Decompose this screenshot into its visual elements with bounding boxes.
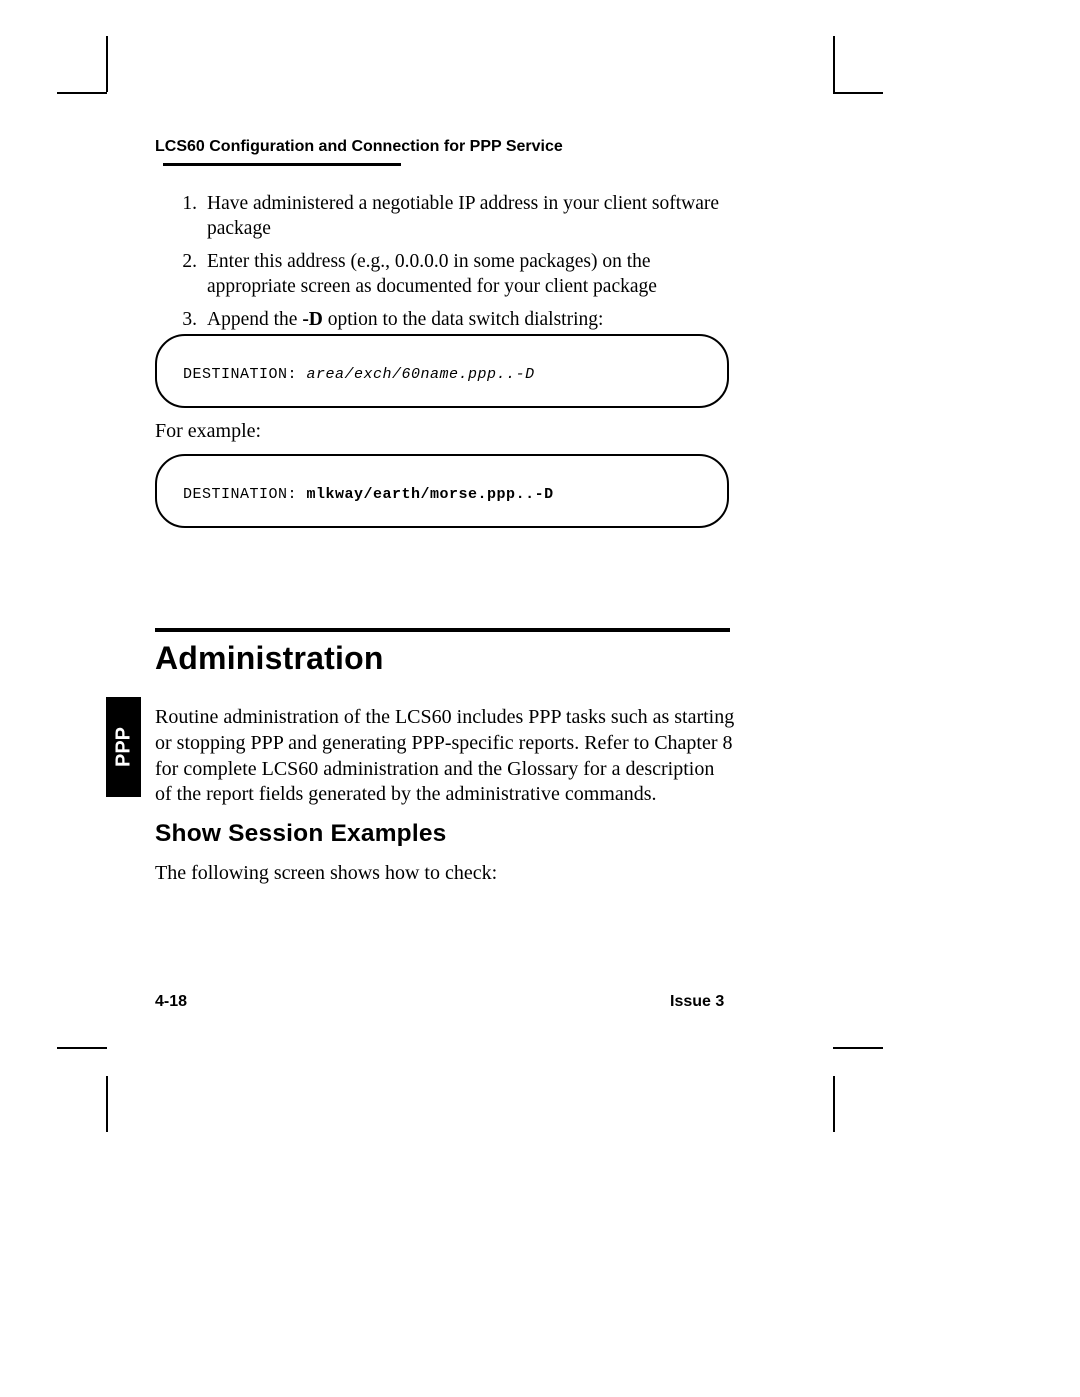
list-text: Enter this address (e.g., 0.0.0.0 in som… bbox=[207, 250, 735, 300]
list-item: 3. Append the -D option to the data swit… bbox=[155, 308, 735, 333]
list-number: 1. bbox=[155, 192, 207, 242]
page: LCS60 Configuration and Connection for P… bbox=[0, 0, 1080, 1397]
subsection-body: The following screen shows how to check: bbox=[155, 862, 735, 885]
running-head-text: LCS60 Configuration and Connection for P… bbox=[155, 138, 563, 155]
for-example-label: For example: bbox=[155, 420, 735, 443]
section-rule bbox=[155, 628, 730, 632]
crop-mark bbox=[106, 36, 108, 92]
section-body: Routine administration of the LCS60 incl… bbox=[155, 705, 735, 808]
running-head: LCS60 Configuration and Connection for P… bbox=[155, 138, 735, 174]
list-text-pre: Append the bbox=[207, 309, 302, 330]
thumb-tab-label: PPP bbox=[112, 727, 135, 767]
terminal-arg: area/exch/60name.ppp..-D bbox=[307, 366, 535, 383]
list-text: Append the -D option to the data switch … bbox=[207, 308, 735, 333]
terminal-box: DESTINATION: mlkway/earth/morse.ppp..-D bbox=[155, 454, 729, 528]
issue-label: Issue 3 bbox=[670, 993, 724, 1011]
d-option: -D bbox=[302, 309, 323, 330]
terminal-prompt: DESTINATION: bbox=[183, 486, 307, 503]
terminal-arg: mlkway/earth/morse.ppp..-D bbox=[307, 486, 554, 503]
crop-mark bbox=[57, 92, 107, 94]
page-number: 4-18 bbox=[155, 993, 187, 1011]
section-heading: Administration bbox=[155, 640, 735, 677]
crop-mark bbox=[833, 36, 835, 92]
list-text-post: option to the data switch dialstring: bbox=[323, 309, 604, 330]
crop-mark bbox=[833, 1047, 883, 1049]
list-text: Have administered a negotiable IP addres… bbox=[207, 192, 735, 242]
list-number: 3. bbox=[155, 308, 207, 333]
terminal-box: DESTINATION: area/exch/60name.ppp..-D bbox=[155, 334, 729, 408]
crop-mark bbox=[833, 92, 883, 94]
list-item: 1. Have administered a negotiable IP add… bbox=[155, 192, 735, 242]
subsection-heading: Show Session Examples bbox=[155, 820, 735, 848]
list-item: 2. Enter this address (e.g., 0.0.0.0 in … bbox=[155, 250, 735, 300]
thumb-tab: PPP bbox=[106, 697, 141, 797]
crop-mark bbox=[833, 1076, 835, 1132]
crop-mark bbox=[57, 1047, 107, 1049]
instruction-list: 1. Have administered a negotiable IP add… bbox=[155, 192, 735, 341]
running-head-rule bbox=[163, 163, 401, 166]
list-number: 2. bbox=[155, 250, 207, 300]
crop-mark bbox=[106, 1076, 108, 1132]
terminal-prompt: DESTINATION: bbox=[183, 366, 307, 383]
